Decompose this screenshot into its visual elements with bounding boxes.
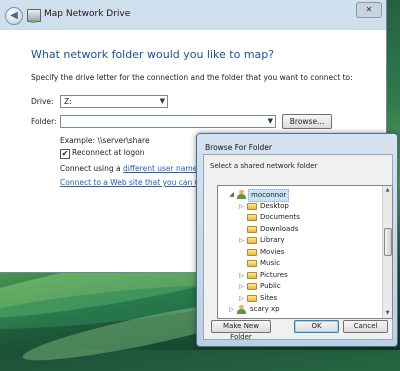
reconnect-label: Reconnect at logon: [72, 148, 145, 157]
folder-icon: [247, 260, 257, 267]
back-button[interactable]: ◀: [5, 7, 23, 25]
user-folder-icon: [237, 305, 246, 314]
browse-for-folder-dialog: Browse For Folder Select a shared networ…: [196, 133, 398, 347]
scroll-down-icon[interactable]: ▼: [383, 309, 392, 318]
drive-value: Z:: [64, 97, 72, 106]
connect-using-text: Connect using a different user name.: [60, 164, 200, 173]
folder-icon: [247, 237, 257, 244]
cancel-button[interactable]: Cancel: [343, 320, 388, 333]
expand-arrow-icon[interactable]: ▷: [238, 201, 245, 212]
tree-item-label: Pictures: [260, 270, 288, 279]
make-new-folder-button[interactable]: Make New Folder: [211, 320, 271, 341]
folder-icon: [247, 248, 257, 256]
tree-item-label: Desktop: [260, 201, 289, 210]
user-body-shape: [237, 194, 246, 199]
browse-button[interactable]: Browse...: [282, 114, 332, 129]
user-folder-icon: [237, 190, 246, 199]
tree-item-label: Movies: [260, 247, 285, 256]
expand-arrow-icon[interactable]: ▷: [238, 235, 245, 246]
tree-item-label: Documents: [260, 213, 300, 221]
folder-icon: [247, 202, 257, 210]
collapse-arrow-icon[interactable]: ◢: [228, 189, 235, 200]
scroll-thumb[interactable]: [384, 228, 392, 256]
expand-arrow-icon[interactable]: ▷: [238, 270, 245, 281]
tree-item-label: Music: [260, 259, 280, 267]
tree-item-label: Public: [260, 282, 281, 290]
reconnect-checkbox[interactable]: ✔: [60, 149, 70, 159]
folder-icon: [247, 271, 257, 279]
expand-arrow-icon[interactable]: ▷: [238, 293, 245, 304]
drive-select[interactable]: Z: ▼: [60, 95, 168, 108]
expand-arrow-icon[interactable]: ▷: [238, 281, 245, 292]
example-text: Example: \\server\share: [60, 136, 150, 145]
folder-icon: [247, 225, 257, 233]
dialog-subtitle: Select a shared network folder: [210, 162, 318, 170]
folder-icon: [247, 294, 257, 302]
dialog-title: Browse For Folder: [205, 143, 272, 152]
folder-label: Folder:: [31, 117, 57, 126]
tree-item-label: Library: [260, 236, 285, 244]
chevron-down-icon: ▼: [159, 97, 165, 105]
scroll-up-icon[interactable]: ▲: [383, 186, 392, 195]
ok-button[interactable]: OK: [294, 320, 339, 333]
folder-input[interactable]: ▼: [60, 115, 276, 128]
folder-icon: [247, 283, 257, 290]
network-drive-icon: [27, 9, 41, 23]
tree-item-label: scary xp: [250, 305, 280, 313]
tree-item-label: Downloads: [260, 224, 299, 233]
back-arrow-icon: ◀: [10, 10, 18, 21]
title-bar: ◀ Map Network Drive ✕: [0, 0, 386, 30]
close-button[interactable]: ✕: [356, 2, 382, 18]
drive-label: Drive:: [31, 97, 54, 106]
dialog-body: Select a shared network folder ▲ ▼ ◢ moco…: [203, 154, 393, 341]
connect-using-prefix: Connect using a: [60, 164, 124, 173]
close-icon: ✕: [365, 5, 373, 14]
user-body-shape: [237, 309, 246, 314]
chevron-down-icon: ▼: [267, 117, 273, 125]
instructions-text: Specify the drive letter for the connect…: [31, 73, 353, 82]
different-user-name-link[interactable]: different user name: [123, 164, 197, 173]
tree-scrollbar[interactable]: ▲ ▼: [382, 186, 392, 318]
tree-item-label: Sites: [260, 293, 278, 302]
expand-arrow-icon[interactable]: ▷: [228, 304, 235, 315]
page-heading: What network folder would you like to ma…: [31, 48, 275, 61]
folder-icon: [247, 214, 257, 221]
window-title: Map Network Drive: [44, 9, 131, 19]
web-site-link[interactable]: Connect to a Web site that you can use t…: [60, 178, 218, 187]
folder-tree[interactable]: ▲ ▼ ◢ moconnor ▷ Desktop Documents Downloads ▷…: [217, 185, 393, 319]
